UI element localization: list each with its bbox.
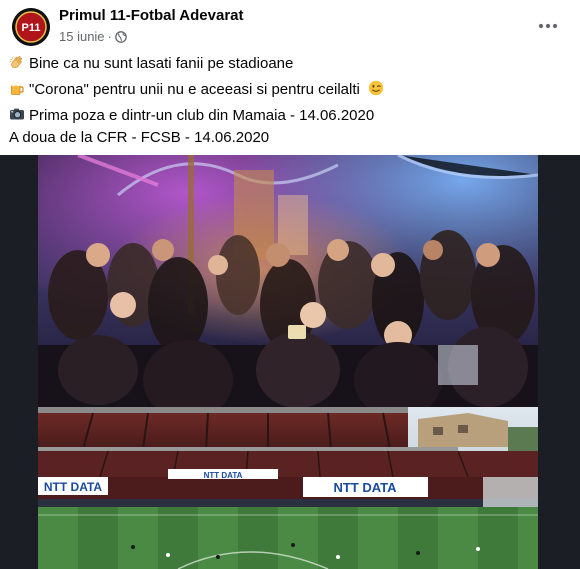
message-text: Prima poza e dintr-un club din Mamaia - … bbox=[29, 107, 375, 124]
post-message: Bine ca nu sunt lasati fanii pe stadioan… bbox=[9, 53, 569, 149]
camera-icon bbox=[9, 106, 25, 122]
page-avatar[interactable]: P11 bbox=[12, 8, 50, 46]
more-options-button[interactable] bbox=[530, 8, 566, 44]
post-date-link[interactable]: 15 iunie bbox=[59, 29, 105, 44]
post-photos[interactable]: NTT DATA NTT DATA NTT DATA bbox=[0, 155, 580, 569]
svg-text:P11: P11 bbox=[22, 22, 41, 34]
page-logo-icon: P11 bbox=[12, 8, 50, 46]
message-line: Prima poza e dintr-un club din Mamaia - … bbox=[9, 105, 569, 127]
beer-mug-icon bbox=[9, 80, 25, 96]
message-text: A doua de la CFR - FCSB - 14.06.2020 bbox=[9, 129, 270, 146]
message-text: "Corona" pentru unii nu e aceeasi si pen… bbox=[29, 81, 360, 98]
post-header: P11 Primul 11-Fotbal Adevarat 15 iunie · bbox=[0, 0, 580, 50]
meta-separator: · bbox=[107, 29, 112, 44]
more-options-icon bbox=[538, 23, 558, 29]
club-photo[interactable] bbox=[38, 155, 538, 407]
message-line: Bine ca nu sunt lasati fanii pe stadioan… bbox=[9, 53, 569, 75]
globe-icon[interactable] bbox=[115, 30, 127, 43]
post-meta: 15 iunie · bbox=[59, 29, 127, 44]
stadium-photo[interactable]: NTT DATA NTT DATA NTT DATA bbox=[38, 407, 538, 569]
clapping-hands-icon bbox=[9, 54, 25, 70]
ad-board-text: NTT DATA bbox=[204, 471, 243, 480]
message-line: A doua de la CFR - FCSB - 14.06.2020 bbox=[9, 127, 569, 149]
message-text: Bine ca nu sunt lasati fanii pe stadioan… bbox=[29, 55, 294, 72]
message-line: "Corona" pentru unii nu e aceeasi si pen… bbox=[9, 79, 569, 101]
ad-board-text: NTT DATA bbox=[44, 480, 103, 494]
winking-face-icon bbox=[368, 80, 384, 96]
page-name-link[interactable]: Primul 11-Fotbal Adevarat bbox=[59, 7, 244, 24]
ad-board-text: NTT DATA bbox=[333, 480, 397, 495]
